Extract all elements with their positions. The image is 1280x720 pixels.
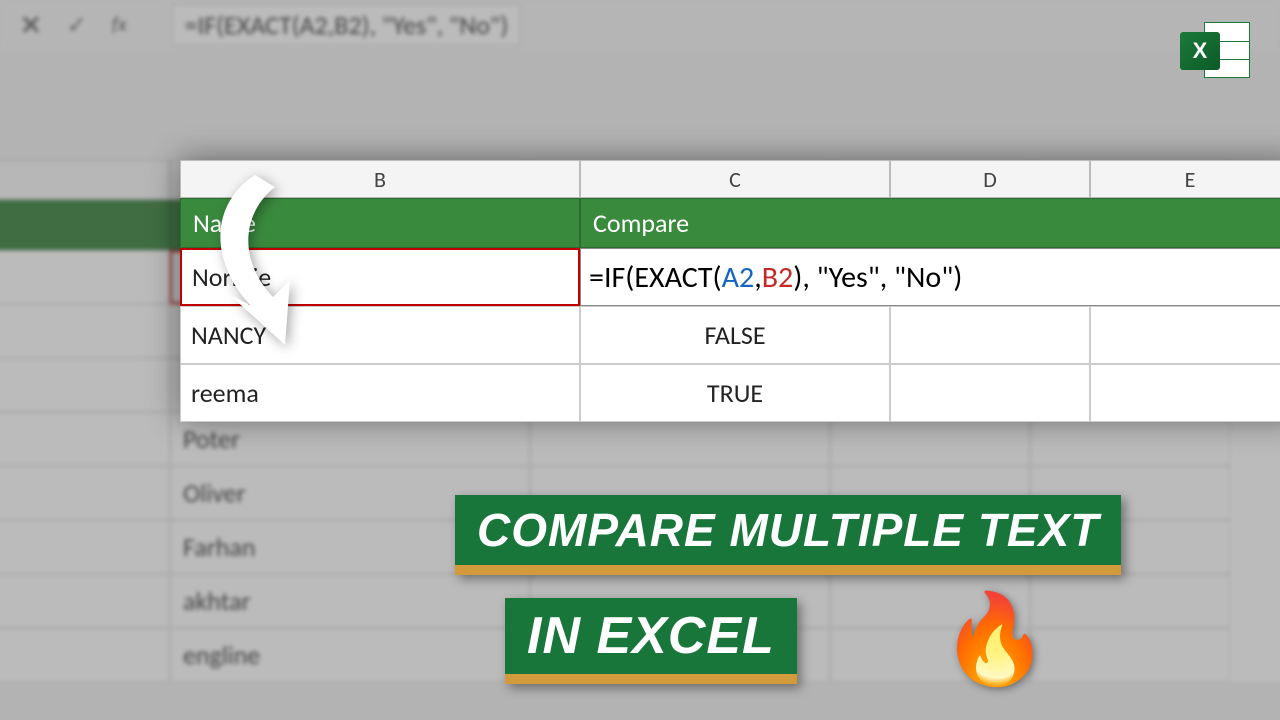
cell[interactable] [1090,364,1280,422]
fire-icon: 🔥 [940,585,1050,693]
cell-c3-focus[interactable]: FALSE [580,306,890,364]
title-banner-line1: COMPARE MULTIPLE TEXT [455,495,1121,575]
column-header-e-focus[interactable]: E [1090,160,1280,198]
formula-text-suffix: ), "Yes", "No") [793,259,962,296]
formula-ref-a2: A2 [722,259,755,296]
cell-c4-focus[interactable]: TRUE [580,364,890,422]
arrow-icon [175,165,375,350]
cell-c2-formula[interactable]: =IF(EXACT(A2,B2), "Yes", "No") [580,248,1280,306]
title-banner-line2: IN EXCEL [505,598,797,684]
formula-text-prefix: =IF(EXACT( [589,259,722,296]
header-compare-focus[interactable]: Compare [580,198,1280,248]
cell[interactable] [890,364,1090,422]
excel-logo-icon: X [1180,18,1250,83]
cell[interactable] [1090,306,1280,364]
excel-logo-letter: X [1180,32,1220,70]
column-header-d-focus[interactable]: D [890,160,1090,198]
formula-comma: , [754,259,762,296]
cell[interactable] [890,306,1090,364]
column-header-c-focus[interactable]: C [580,160,890,198]
cell-b4-focus[interactable]: reema [180,364,580,422]
formula-ref-b2: B2 [762,259,794,296]
